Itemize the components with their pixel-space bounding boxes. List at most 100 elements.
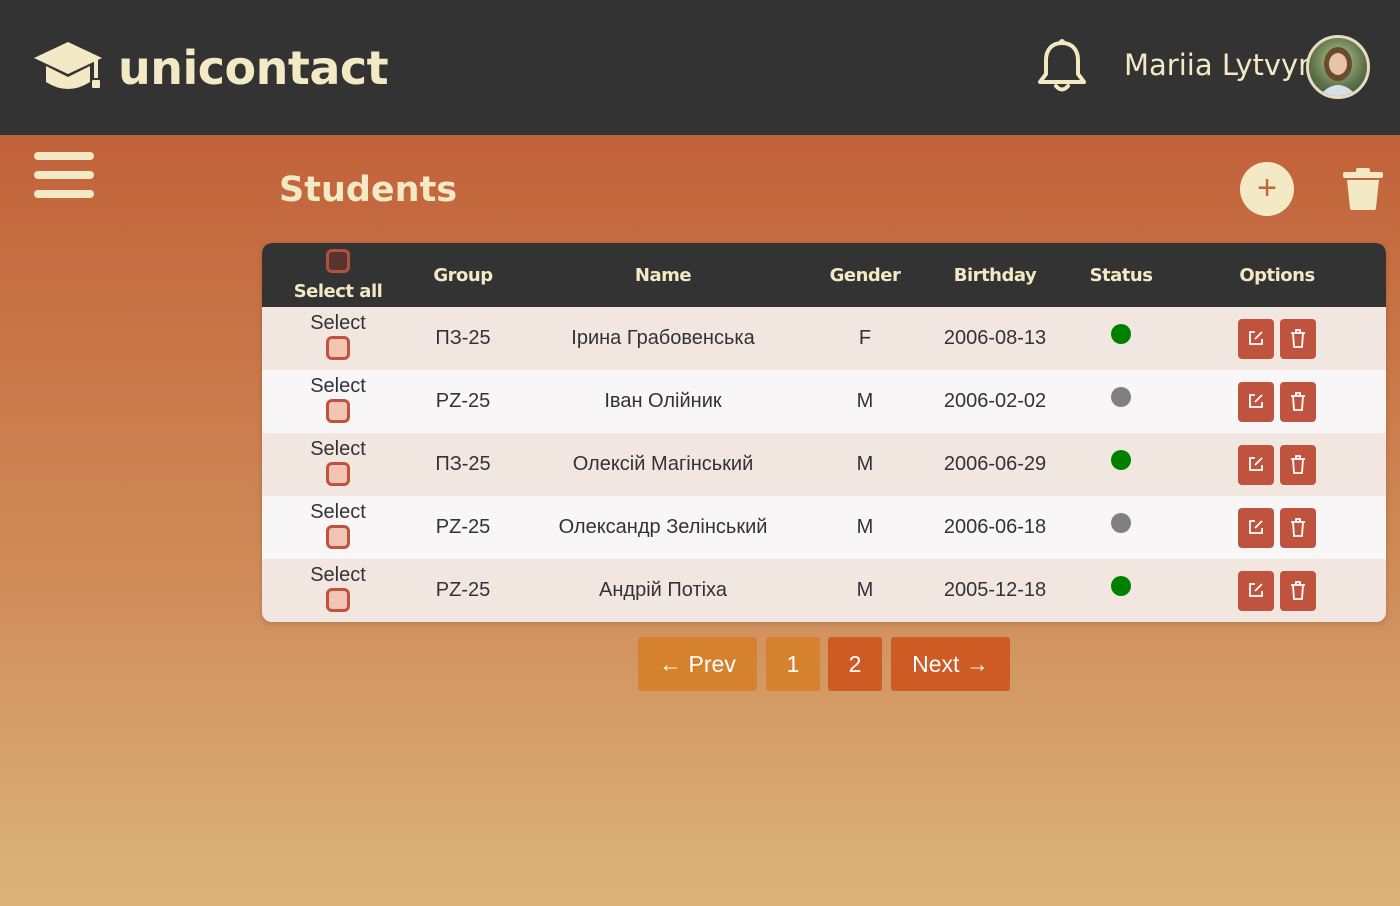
plus-icon: + <box>1257 169 1277 207</box>
page-button-2[interactable]: 2 <box>828 637 882 691</box>
column-header-group: Group <box>433 264 493 286</box>
name-cell: Олександр Зелінський <box>558 516 768 538</box>
row-select-checkbox[interactable] <box>326 588 350 612</box>
column-header-name: Name <box>634 264 692 286</box>
select-cell: Select <box>262 307 414 370</box>
edit-icon <box>1249 582 1263 597</box>
status-cell <box>1074 370 1168 433</box>
edit-button[interactable] <box>1238 444 1274 485</box>
app-name: unicontact <box>118 41 389 95</box>
edit-button[interactable] <box>1238 318 1274 359</box>
edit-icon <box>1249 393 1263 408</box>
select-label: Select <box>310 501 366 523</box>
trash-icon <box>1291 328 1305 348</box>
table-row: Select ПЗ-25 Ірина Грабовенська F 2006-0… <box>262 307 1386 370</box>
edit-button[interactable] <box>1238 381 1274 422</box>
edit-button[interactable] <box>1238 507 1274 548</box>
row-select-checkbox[interactable] <box>326 336 350 360</box>
name-cell: Ірина Грабовенська <box>571 327 755 349</box>
select-all-header: Select all <box>262 243 414 307</box>
status-cell <box>1074 307 1168 370</box>
select-cell: Select <box>262 433 414 496</box>
name-cell: Іван Олійник <box>604 390 722 412</box>
trash-icon <box>1291 454 1305 474</box>
edit-icon <box>1249 330 1263 345</box>
page-title: Students <box>279 170 458 210</box>
trash-icon <box>1291 391 1305 411</box>
edit-icon <box>1249 456 1263 471</box>
delete-button[interactable] <box>1280 507 1316 548</box>
group-cell: ПЗ-25 <box>435 453 491 475</box>
top-header: unicontact Mariia Lytvyn <box>0 0 1400 135</box>
trash-icon <box>1291 580 1305 600</box>
gender-cell: M <box>856 390 874 412</box>
gender-cell: F <box>858 327 872 349</box>
prev-page-button[interactable]: ← Prev <box>638 637 757 691</box>
group-cell: PZ-25 <box>435 516 491 538</box>
gender-cell: M <box>856 516 874 538</box>
birthday-cell: 2006-06-29 <box>943 453 1047 475</box>
birthday-cell: 2006-02-02 <box>943 390 1047 412</box>
birthday-cell: 2005-12-18 <box>943 579 1047 601</box>
edit-button[interactable] <box>1238 570 1274 611</box>
status-cell <box>1074 496 1168 559</box>
delete-button[interactable] <box>1280 381 1316 422</box>
status-indicator <box>1111 513 1131 533</box>
user-name[interactable]: Mariia Lytvyn <box>1124 48 1317 82</box>
select-cell: Select <box>262 370 414 433</box>
select-label: Select <box>310 564 366 586</box>
select-all-checkbox[interactable] <box>326 248 350 273</box>
column-header-gender: Gender <box>829 264 901 286</box>
table-header-row: Select all Group Name Gender Birthday St… <box>262 243 1386 307</box>
edit-icon <box>1249 519 1263 534</box>
delete-button[interactable] <box>1280 570 1316 611</box>
options-cell <box>1168 370 1386 433</box>
avatar-image <box>1319 47 1357 96</box>
select-label: Select <box>310 312 366 334</box>
table-row: Select PZ-25 Олександр Зелінський M 2006… <box>262 496 1386 559</box>
status-cell <box>1074 559 1168 622</box>
select-label: Select <box>310 438 366 460</box>
row-select-checkbox[interactable] <box>326 462 350 486</box>
name-cell: Олексій Магінський <box>572 453 754 475</box>
table-row: Select PZ-25 Андрій Потіха M 2005-12-18 <box>262 559 1386 622</box>
column-header-birthday: Birthday <box>953 264 1037 286</box>
column-header-options: Options <box>1239 264 1315 286</box>
status-cell <box>1074 433 1168 496</box>
select-cell: Select <box>262 559 414 622</box>
birthday-cell: 2006-06-18 <box>943 516 1047 538</box>
group-cell: PZ-25 <box>435 579 491 601</box>
row-select-checkbox[interactable] <box>326 525 350 549</box>
next-page-button[interactable]: Next → <box>891 637 1010 691</box>
name-cell: Андрій Потіха <box>599 579 727 601</box>
app-logo[interactable]: unicontact <box>32 36 389 100</box>
status-indicator <box>1111 324 1131 344</box>
trash-icon <box>1291 517 1305 537</box>
birthday-cell: 2006-08-13 <box>943 327 1047 349</box>
delete-selected-button[interactable] <box>1342 168 1384 210</box>
options-cell <box>1168 433 1386 496</box>
group-cell: PZ-25 <box>435 390 491 412</box>
graduation-cap-icon <box>34 42 102 89</box>
gender-cell: M <box>856 579 874 601</box>
options-cell <box>1168 307 1386 370</box>
select-label: Select <box>310 375 366 397</box>
table-row: Select PZ-25 Іван Олійник M 2006-02-02 <box>262 370 1386 433</box>
page-button-1[interactable]: 1 <box>766 637 820 691</box>
status-indicator <box>1111 450 1131 470</box>
options-cell <box>1168 559 1386 622</box>
students-table: Select all Group Name Gender Birthday St… <box>262 243 1386 622</box>
status-indicator <box>1111 576 1131 596</box>
add-student-button[interactable]: + <box>1240 162 1294 216</box>
delete-button[interactable] <box>1280 444 1316 485</box>
avatar[interactable] <box>1306 35 1370 99</box>
hamburger-icon[interactable] <box>34 152 94 202</box>
row-select-checkbox[interactable] <box>326 399 350 423</box>
bell-icon[interactable] <box>1036 38 1088 94</box>
status-indicator <box>1111 387 1131 407</box>
select-all-label: Select all <box>293 280 383 302</box>
options-cell <box>1168 496 1386 559</box>
select-cell: Select <box>262 496 414 559</box>
delete-button[interactable] <box>1280 318 1316 359</box>
gender-cell: M <box>856 453 874 475</box>
